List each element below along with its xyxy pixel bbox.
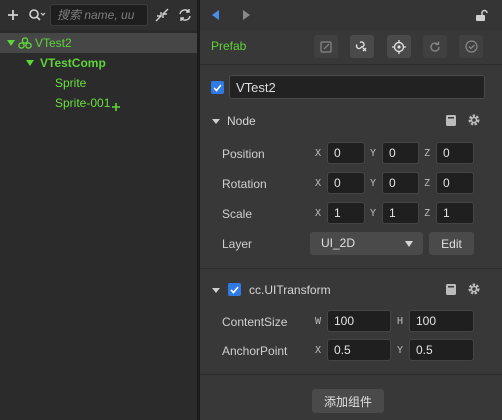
position-label: Position [222, 147, 265, 161]
tree-node-sprite[interactable]: Sprite [0, 73, 197, 93]
expand-arrow-icon[interactable] [26, 60, 34, 66]
axis-z-label: Z [424, 148, 431, 159]
axis-y-label: Y [370, 178, 377, 189]
tree-node-label: VTestComp [40, 56, 106, 70]
inspector-panel: Prefab Node Position X 0 Y [200, 0, 502, 420]
rotation-x-input[interactable]: 0 [327, 172, 365, 194]
axis-x-label: X [315, 148, 322, 159]
prefab-toolbar: Prefab [200, 30, 502, 64]
axis-x-label: X [315, 208, 322, 219]
section-title: cc.UITransform [249, 283, 331, 297]
content-size-label: ContentSize [222, 315, 288, 329]
settings-gear-icon[interactable] [467, 113, 481, 127]
hierarchy-toolbar [0, 0, 197, 30]
locate-icon [392, 39, 406, 54]
anchor-point-y-input[interactable]: 0.5 [409, 339, 474, 361]
tree-node-label: VTest2 [35, 36, 72, 50]
prefab-revert-button[interactable] [423, 35, 447, 58]
content-size-h-input[interactable]: 100 [409, 310, 474, 332]
back-arrow-icon[interactable] [210, 9, 222, 21]
axis-y-label: Y [397, 345, 404, 356]
anchor-point-x-input[interactable]: 0.5 [327, 339, 391, 361]
scale-x-input[interactable]: 1 [327, 202, 365, 224]
add-component-button[interactable]: 添加组件 [312, 389, 384, 413]
collapse-all-icon[interactable] [153, 6, 171, 24]
rotation-label: Rotation [222, 177, 267, 191]
scale-label: Scale [222, 207, 253, 221]
axis-x-label: X [315, 345, 322, 356]
revert-icon [429, 41, 441, 53]
divider [200, 374, 502, 375]
dropdown-caret-icon [405, 241, 413, 247]
edit-icon [320, 40, 332, 53]
hierarchy-panel: VTest2 VTestComp Sprite Sprite-001 [0, 0, 197, 420]
tree-node-vtestcomp[interactable]: VTestComp [0, 53, 197, 73]
position-y-input[interactable]: 0 [382, 142, 419, 164]
layer-value: UI_2D [321, 236, 356, 250]
unlink-icon [355, 40, 369, 54]
collapse-arrow-icon[interactable] [212, 119, 220, 124]
prefab-apply-button[interactable] [459, 35, 483, 58]
axis-x-label: X [315, 178, 322, 189]
prefab-locate-button[interactable] [387, 35, 411, 58]
content-size-w-input[interactable]: 100 [327, 310, 391, 332]
layer-select[interactable]: UI_2D [310, 232, 423, 255]
scene-node-icon [18, 37, 32, 49]
tree-node-label: Sprite-001 [55, 96, 111, 110]
search-filter-icon[interactable] [27, 6, 47, 24]
layer-edit-button[interactable]: Edit [429, 232, 474, 255]
refresh-icon[interactable] [176, 6, 194, 24]
prefab-label: Prefab [211, 39, 247, 53]
axis-h-label: H [397, 316, 404, 327]
tree-node-label: Sprite [55, 76, 87, 90]
layer-label: Layer [222, 237, 253, 251]
position-x-input[interactable]: 0 [327, 142, 365, 164]
uitransform-section-header[interactable]: cc.UITransform [200, 279, 502, 301]
settings-gear-icon[interactable] [467, 282, 481, 296]
scale-y-input[interactable]: 1 [382, 202, 419, 224]
help-book-icon[interactable] [445, 114, 457, 127]
apply-icon [464, 40, 478, 53]
scale-z-input[interactable]: 1 [436, 202, 474, 224]
add-icon[interactable] [5, 7, 21, 23]
added-plus-icon [112, 103, 121, 111]
axis-y-label: Y [370, 148, 377, 159]
prefab-edit-button[interactable] [314, 35, 338, 58]
axis-z-label: Z [424, 208, 431, 219]
anchor-point-label: AnchorPoint [222, 344, 288, 358]
inspector-toolbar [200, 0, 502, 30]
search-field[interactable] [50, 4, 148, 26]
position-z-input[interactable]: 0 [436, 142, 474, 164]
tree-node-sprite-001[interactable]: Sprite-001 [0, 93, 197, 113]
lock-icon[interactable] [473, 7, 489, 23]
rotation-z-input[interactable]: 0 [436, 172, 474, 194]
search-input[interactable] [51, 5, 147, 25]
prefab-unlink-button[interactable] [350, 35, 374, 58]
divider [200, 268, 502, 269]
node-name-input[interactable] [229, 75, 485, 99]
tree-node-vtest2[interactable]: VTest2 [0, 33, 197, 53]
expand-arrow-icon[interactable] [7, 40, 15, 46]
forward-arrow-icon[interactable] [240, 9, 252, 21]
section-title: Node [227, 114, 256, 128]
collapse-arrow-icon[interactable] [212, 288, 220, 293]
rotation-y-input[interactable]: 0 [382, 172, 419, 194]
axis-z-label: Z [424, 178, 431, 189]
node-section-header[interactable]: Node [200, 110, 502, 132]
help-book-icon[interactable] [445, 283, 457, 296]
component-enabled-checkbox[interactable] [228, 283, 241, 296]
divider [200, 64, 502, 65]
axis-y-label: Y [370, 208, 377, 219]
axis-w-label: W [315, 316, 322, 327]
node-active-checkbox[interactable] [211, 81, 224, 94]
